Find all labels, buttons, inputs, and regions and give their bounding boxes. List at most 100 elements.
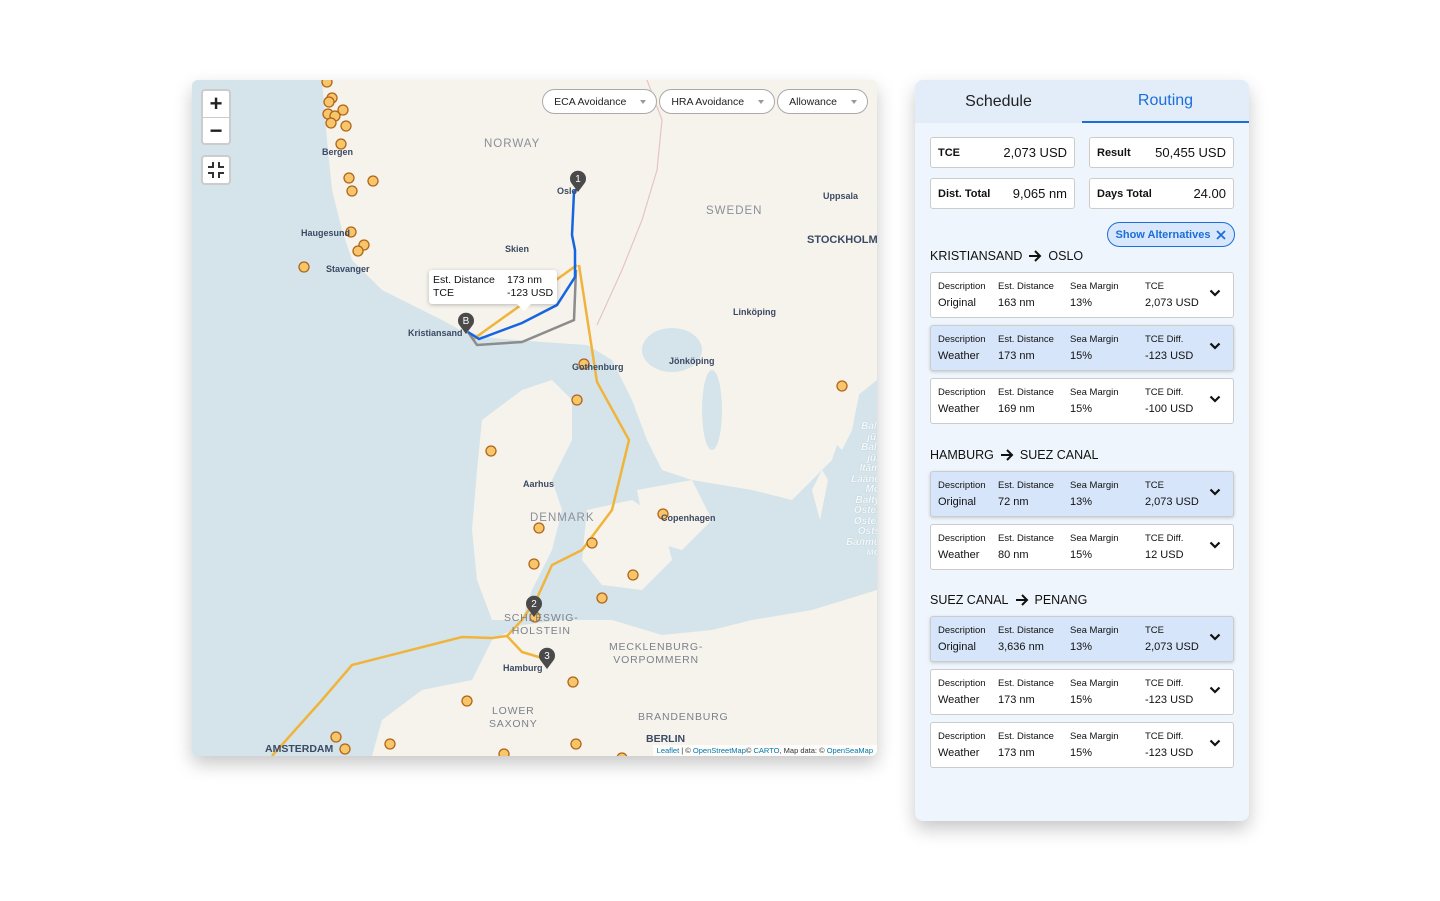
option-description: Weather: [938, 403, 980, 415]
col-header-sea-margin: Sea Margin: [1070, 334, 1119, 345]
chevron-down-icon[interactable]: [1209, 541, 1221, 549]
col-header-sea-margin: Sea Margin: [1070, 678, 1119, 689]
leaflet-link[interactable]: Leaflet: [657, 746, 680, 755]
col-header-tce: TCE: [1145, 625, 1164, 636]
option-tce: -100 USD: [1145, 403, 1194, 415]
openseamap-link[interactable]: OpenSeaMap: [827, 746, 873, 755]
col-header-tce: TCE Diff.: [1145, 678, 1184, 689]
zoom-out-button[interactable]: −: [203, 117, 229, 143]
option-distance: 72 nm: [998, 496, 1029, 508]
carto-link[interactable]: CARTO: [754, 746, 780, 755]
col-header-sea-margin: Sea Margin: [1070, 625, 1119, 636]
col-header-distance: Est. Distance: [998, 731, 1054, 742]
leg-title: SUEZ CANAL PENANG: [930, 593, 1087, 607]
option-distance: 3,636 nm: [998, 641, 1044, 653]
col-header-tce: TCE Diff.: [1145, 533, 1184, 544]
option-description: Original: [938, 641, 976, 653]
hra-avoidance-select[interactable]: HRA Avoidance: [659, 89, 776, 114]
arrow-right-icon: [1015, 594, 1028, 606]
chevron-down-icon[interactable]: [1209, 342, 1221, 350]
col-header-tce: TCE: [1145, 480, 1164, 491]
route-option-card[interactable]: Description Weather Est. Distance 173 nm S…: [930, 722, 1234, 768]
osm-link[interactable]: OpenStreetMap: [693, 746, 746, 755]
option-tce: -123 USD: [1145, 747, 1194, 759]
col-header-distance: Est. Distance: [998, 625, 1054, 636]
col-header-description: Description: [938, 281, 986, 292]
route-tooltip: Est. Distance 173 nm TCE -123 USD: [429, 270, 558, 311]
route-option-card[interactable]: Description Weather Est. Distance 173 nm S…: [930, 669, 1234, 715]
option-description: Weather: [938, 549, 980, 561]
option-sea-margin: 13%: [1070, 496, 1093, 508]
col-header-description: Description: [938, 480, 986, 491]
route-option-card[interactable]: Description Weather Est. Distance 80 nm Se…: [930, 524, 1234, 570]
route-option-card[interactable]: Description Original Est. Distance 3,636 n…: [930, 616, 1234, 662]
option-description: Weather: [938, 350, 980, 362]
option-sea-margin: 13%: [1070, 297, 1093, 309]
marker-start-b: B: [458, 312, 474, 334]
option-tce: 2,073 USD: [1145, 496, 1199, 508]
collapse-icon: [208, 162, 224, 178]
route-option-card[interactable]: Description Weather Est. Distance 173 nm S…: [930, 325, 1234, 371]
col-header-description: Description: [938, 334, 986, 345]
chevron-down-icon[interactable]: [1209, 488, 1221, 496]
col-header-tce: TCE: [1145, 281, 1164, 292]
col-header-description: Description: [938, 625, 986, 636]
option-distance: 173 nm: [998, 350, 1035, 362]
col-header-description: Description: [938, 678, 986, 689]
chevron-down-icon[interactable]: [1209, 686, 1221, 694]
chevron-down-icon[interactable]: [1209, 633, 1221, 641]
tab-routing[interactable]: Routing: [1082, 80, 1249, 123]
close-icon[interactable]: [1216, 229, 1227, 240]
route-option-card[interactable]: Description Original Est. Distance 163 nm …: [930, 272, 1234, 318]
route-option-card[interactable]: Description Original Est. Distance 72 nm S…: [930, 471, 1234, 517]
svg-text:B: B: [463, 316, 470, 327]
col-header-sea-margin: Sea Margin: [1070, 480, 1119, 491]
col-header-distance: Est. Distance: [998, 533, 1054, 544]
option-description: Original: [938, 297, 976, 309]
kpi-days-total: Days Total 24.00: [1089, 178, 1234, 209]
option-tce: 12 USD: [1145, 549, 1184, 561]
leg-title: HAMBURG SUEZ CANAL: [930, 448, 1098, 462]
col-header-distance: Est. Distance: [998, 334, 1054, 345]
leg-to: SUEZ CANAL: [1019, 448, 1099, 462]
tooltip-tce-value: -123 USD: [507, 287, 554, 299]
caret-down-icon: [851, 99, 857, 104]
kpi-tce: TCE 2,073 USD: [930, 137, 1075, 168]
marker-2: 2: [526, 595, 542, 617]
option-sea-margin: 15%: [1070, 350, 1093, 362]
route-map[interactable]: NORWAY SWEDEN DENMARK Bergen Haugesund S…: [192, 80, 877, 756]
col-header-sea-margin: Sea Margin: [1070, 533, 1119, 544]
svg-text:3: 3: [544, 651, 550, 662]
show-alternatives-button[interactable]: Show Alternatives: [1107, 222, 1235, 247]
caret-down-icon: [758, 99, 765, 104]
option-distance: 173 nm: [998, 694, 1035, 706]
option-tce: 2,073 USD: [1145, 297, 1199, 309]
eca-avoidance-select[interactable]: ECA Avoidance: [542, 89, 658, 114]
tooltip-distance-label: Est. Distance: [433, 274, 495, 286]
option-distance: 173 nm: [998, 747, 1035, 759]
leg-from: HAMBURG: [930, 448, 994, 462]
routing-panel: Schedule Routing TCE 2,073 USD Result 50,4…: [915, 80, 1249, 821]
leg-to: OSLO: [1048, 249, 1084, 263]
col-header-distance: Est. Distance: [998, 387, 1054, 398]
route-pins: B 1 2 3: [458, 170, 586, 669]
option-tce: 2,073 USD: [1145, 641, 1199, 653]
col-header-tce: TCE Diff.: [1145, 731, 1184, 742]
option-sea-margin: 15%: [1070, 549, 1093, 561]
allowance-select[interactable]: Allowance: [777, 89, 868, 114]
option-description: Weather: [938, 694, 980, 706]
route-filters: ECA Avoidance HRA Avoidance Allowance: [542, 89, 868, 114]
chevron-down-icon[interactable]: [1209, 739, 1221, 747]
kpi-grid: TCE 2,073 USD Result 50,455 USD Dist. Tota…: [930, 137, 1234, 209]
route-option-card[interactable]: Description Weather Est. Distance 169 nm S…: [930, 378, 1234, 424]
option-sea-margin: 13%: [1070, 641, 1093, 653]
zoom-in-button[interactable]: +: [203, 91, 229, 117]
tab-schedule[interactable]: Schedule: [915, 80, 1082, 123]
col-header-distance: Est. Distance: [998, 281, 1054, 292]
exit-fullscreen-button[interactable]: [201, 155, 231, 185]
kpi-dist-total: Dist. Total 9,065 nm: [930, 178, 1075, 209]
tooltip-tce-label: TCE: [433, 287, 454, 299]
chevron-down-icon[interactable]: [1209, 289, 1221, 297]
col-header-tce: TCE Diff.: [1145, 387, 1184, 398]
chevron-down-icon[interactable]: [1209, 395, 1221, 403]
